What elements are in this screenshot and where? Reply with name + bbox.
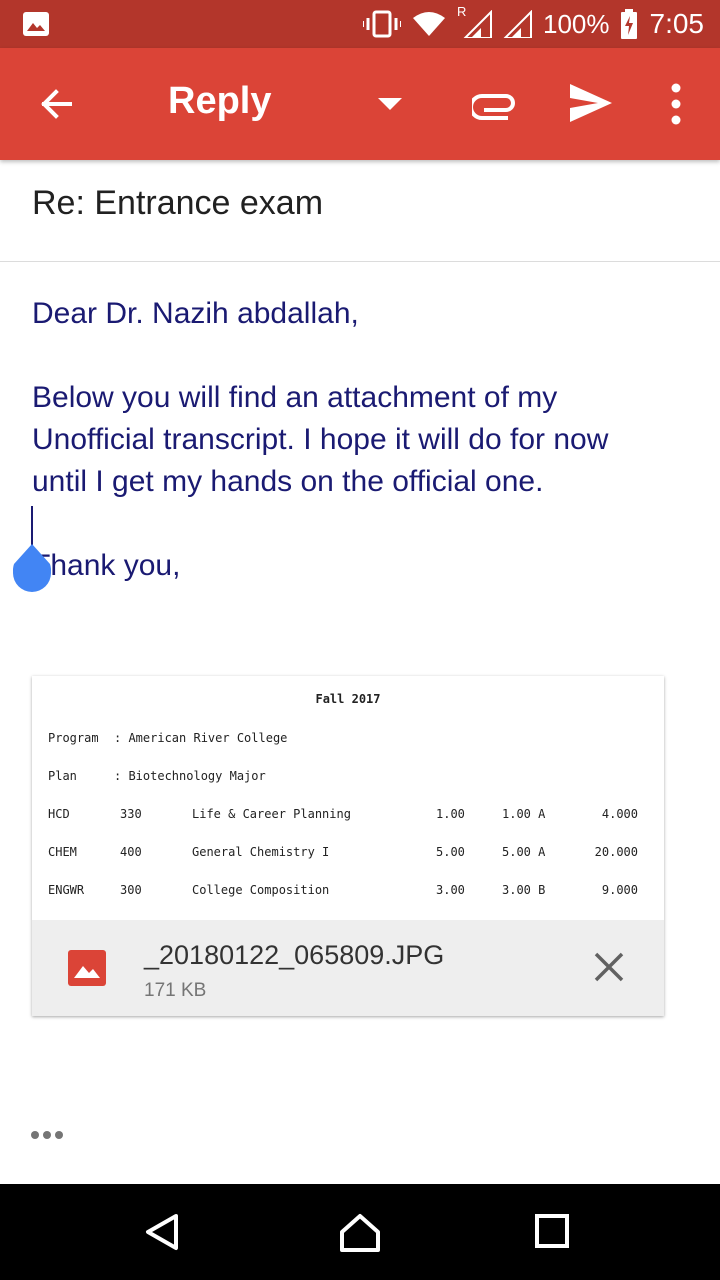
course-name: General Chemistry I (192, 845, 330, 859)
course-dept: HCD (48, 807, 70, 821)
wifi-icon (413, 12, 445, 36)
cursor-handle[interactable] (11, 542, 53, 594)
greeting-line: Dear Dr. Nazih abdallah, (32, 297, 359, 330)
send-icon[interactable] (568, 82, 614, 124)
attachment-preview[interactable]: Fall 2017 Program : American River Colle… (32, 676, 664, 920)
signal-roaming: R (457, 4, 493, 38)
battery-charging-icon (620, 9, 637, 39)
attach-icon[interactable] (472, 86, 518, 122)
course-dept: CHEM (48, 845, 77, 859)
image-file-icon (68, 950, 106, 986)
course-name: College Composition (192, 883, 330, 897)
course-attempted: 3.00 (436, 883, 465, 897)
attachment-size: 171 KB (144, 980, 207, 1001)
status-bar: R 100% 7:05 (0, 0, 720, 48)
body-line-2: Unofficial transcript. I hope it will do… (32, 423, 609, 456)
remove-attachment-icon[interactable] (592, 950, 626, 984)
program-value: : American River College (114, 731, 288, 745)
course-earned: 1.00 A (502, 807, 546, 821)
course-points: 9.000 (601, 883, 638, 897)
attachment-filename: _20180122_065809.JPG (144, 940, 445, 970)
app-toolbar: Reply (0, 48, 720, 160)
subject-field[interactable]: Re: Entrance exam (32, 184, 323, 223)
show-quoted-text-icon[interactable] (30, 1128, 66, 1142)
program-label: Program (48, 731, 99, 745)
back-arrow-icon[interactable] (36, 84, 76, 124)
dropdown-icon[interactable] (376, 96, 404, 112)
closing-line: Thank you, (32, 549, 181, 582)
course-num: 330 (120, 807, 142, 821)
course-points: 4.000 (601, 807, 638, 821)
course-name: Life & Career Planning (192, 807, 351, 821)
course-attempted: 5.00 (436, 845, 465, 859)
navigation-bar (0, 1184, 720, 1280)
attachment-footer: _20180122_065809.JPG 171 KB (32, 920, 664, 1016)
preview-title: Fall 2017 (315, 692, 381, 706)
course-earned: 5.00 A (502, 845, 546, 859)
nav-recents-icon[interactable] (534, 1212, 570, 1250)
nav-back-icon[interactable] (142, 1212, 182, 1252)
more-vert-icon[interactable] (664, 82, 688, 126)
text-cursor (31, 506, 33, 546)
plan-value: : Biotechnology Major (114, 769, 266, 783)
gallery-notification-icon (23, 12, 49, 36)
course-num: 300 (120, 883, 142, 897)
body-line-1: Below you will find an attachment of my (32, 381, 558, 414)
plan-label: Plan (48, 769, 77, 783)
course-attempted: 1.00 (436, 807, 465, 821)
attachment-card[interactable]: Fall 2017 Program : American River Colle… (32, 676, 664, 1016)
vibrate-icon (363, 10, 401, 38)
toolbar-title: Reply (168, 80, 272, 122)
battery-percent: 100% (543, 8, 610, 39)
course-points: 20.000 (594, 845, 638, 859)
nav-home-icon[interactable] (338, 1212, 382, 1254)
clock: 7:05 (649, 8, 705, 39)
course-num: 400 (120, 845, 142, 859)
course-dept: ENGWR (48, 883, 85, 897)
status-icons: R 100% 7:05 (363, 4, 705, 42)
divider (0, 261, 720, 262)
body-line-3: until I get my hands on the official one… (32, 465, 544, 498)
signal-icon-2 (503, 10, 532, 38)
course-earned: 3.00 B (502, 883, 546, 897)
signal-icon (463, 10, 492, 38)
